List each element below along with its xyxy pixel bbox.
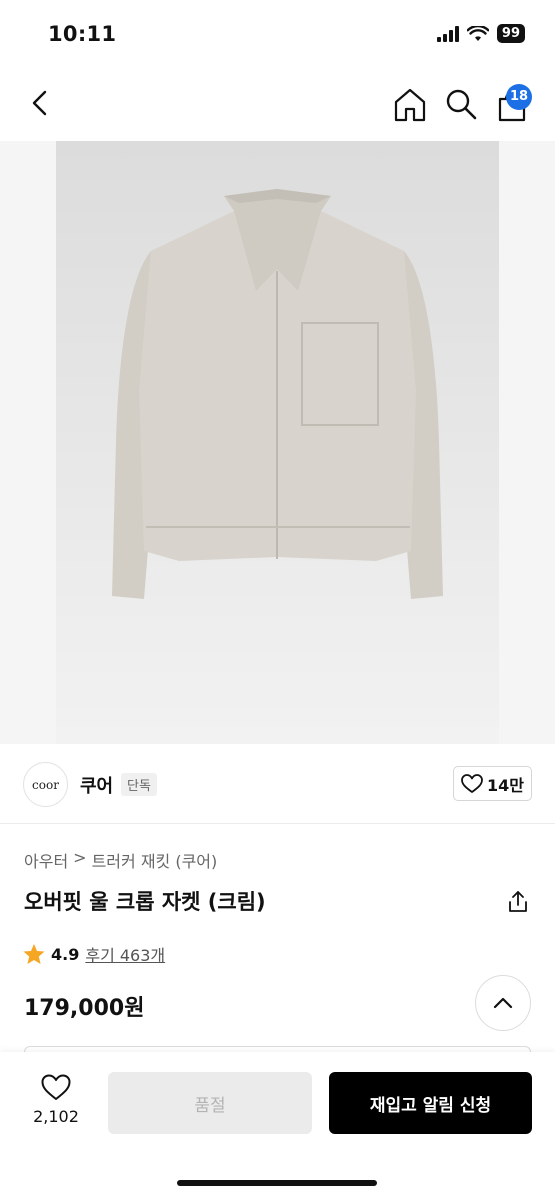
- review-link[interactable]: 후기 463개: [85, 942, 165, 966]
- brand-logo[interactable]: coor: [23, 762, 68, 807]
- signal-icon: [436, 25, 459, 42]
- home-indicator: [177, 1180, 377, 1186]
- cart-count-badge: 18: [506, 84, 532, 110]
- wishlist-count: 2,102: [33, 1107, 79, 1126]
- breadcrumb-subcategory[interactable]: 트러커 재킷 (쿠어): [92, 848, 218, 872]
- wifi-icon: [466, 25, 489, 41]
- breadcrumb-separator: >: [73, 848, 87, 867]
- brand-name[interactable]: 쿠어: [80, 772, 113, 798]
- heart-icon: [41, 1074, 71, 1100]
- heart-icon: [461, 773, 483, 793]
- brand-like-button[interactable]: 14만: [453, 766, 532, 801]
- bottom-action-bar: 2,102 품절 재입고 알림 신청: [0, 1052, 555, 1200]
- scroll-up-button[interactable]: [475, 975, 531, 1031]
- exclusive-badge: 단독: [121, 773, 157, 796]
- search-icon[interactable]: [444, 87, 478, 121]
- status-time: 10:11: [48, 22, 117, 46]
- soldout-button: 품절: [108, 1072, 312, 1134]
- star-icon: [23, 944, 45, 964]
- wishlist-button[interactable]: 2,102: [28, 1074, 84, 1126]
- chevron-up-icon: [493, 997, 513, 1009]
- share-icon[interactable]: [506, 890, 530, 914]
- battery-indicator: 99: [496, 24, 525, 43]
- home-icon[interactable]: [392, 87, 428, 123]
- product-title: 오버핏 울 크롭 자켓 (크림): [24, 890, 266, 914]
- product-price: 179,000원: [24, 996, 145, 1021]
- breadcrumb: 아우터 > 트러커 재킷 (쿠어): [24, 848, 217, 872]
- brand-row: coor 쿠어 단독 14만: [0, 744, 555, 824]
- status-bar: 10:11 99: [0, 0, 555, 70]
- jacket-image-icon: [56, 141, 499, 744]
- top-nav: [0, 70, 555, 140]
- brand-like-count: 14만: [487, 775, 524, 795]
- breadcrumb-category[interactable]: 아우터: [24, 848, 68, 872]
- product-image[interactable]: [56, 141, 499, 744]
- restock-alert-button[interactable]: 재입고 알림 신청: [329, 1072, 532, 1134]
- status-icons: 99: [436, 24, 525, 43]
- rating-row: 4.9 후기 463개: [23, 942, 165, 966]
- rating-score: 4.9: [51, 944, 80, 964]
- back-arrow-icon[interactable]: [26, 88, 56, 118]
